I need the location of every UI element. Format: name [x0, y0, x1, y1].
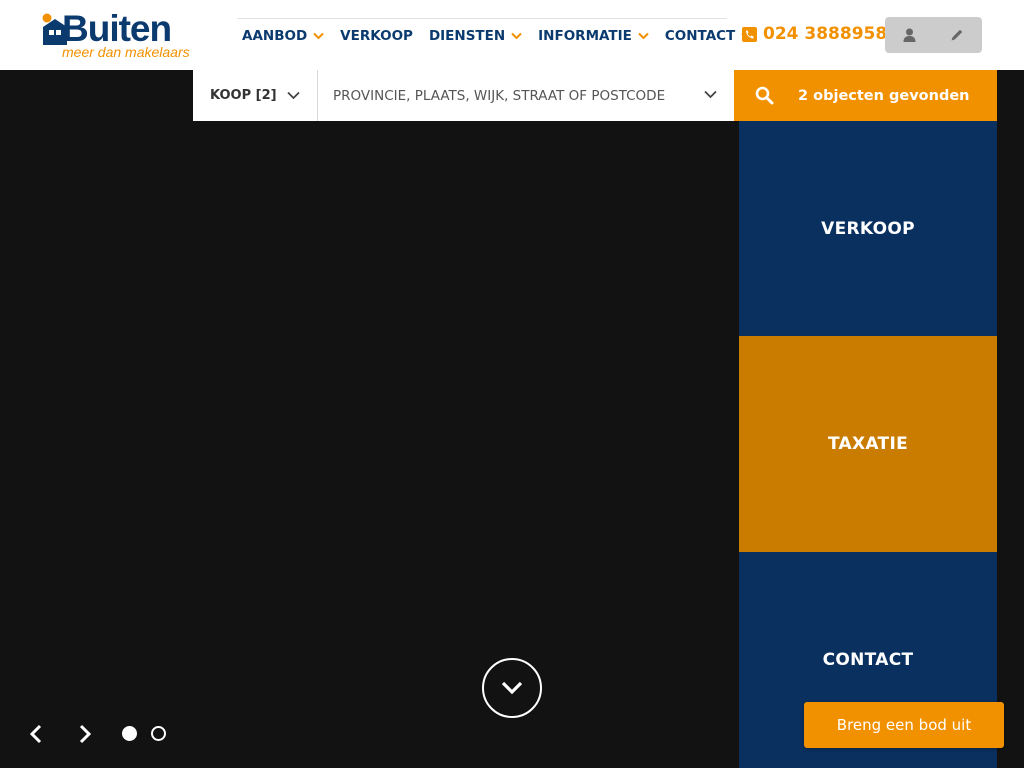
results-count: 2 objecten gevonden: [798, 87, 970, 104]
listing-type-value: KOOP [2]: [210, 88, 277, 103]
chevron-left-icon: [29, 724, 42, 744]
slider-dot-2[interactable]: [151, 726, 166, 741]
tile-label: CONTACT: [822, 650, 914, 670]
location-field[interactable]: [318, 70, 734, 121]
site-header: Buiten meer dan makelaars AANBOD VERKOOP…: [0, 0, 1024, 70]
pencil-icon: [951, 29, 963, 41]
chevron-down-icon: [313, 32, 324, 40]
brand-tagline: meer dan makelaars: [62, 44, 190, 60]
account-button[interactable]: [885, 17, 933, 53]
location-input[interactable]: [333, 87, 683, 104]
chevron-down-icon: [287, 91, 300, 100]
phone-number: 024 3888958: [763, 24, 888, 44]
scroll-down-button[interactable]: [482, 658, 542, 718]
nav-item-label: CONTACT: [664, 28, 736, 44]
nav-item-label: VERKOOP: [340, 28, 413, 44]
brand-logo[interactable]: Buiten meer dan makelaars: [41, 9, 206, 61]
tile-taxatie[interactable]: TAXATIE: [739, 336, 997, 552]
property-search: KOOP [2] 2 objecten gevonden: [193, 70, 997, 121]
slider-prev-button[interactable]: [24, 722, 48, 746]
nav-item-aanbod[interactable]: AANBOD: [242, 28, 324, 44]
account-actions: [885, 17, 982, 53]
nav-item-label: AANBOD: [242, 28, 308, 44]
slider-dot-1[interactable]: [122, 726, 137, 741]
nav-item-diensten[interactable]: DIENSTEN: [429, 28, 522, 44]
phone-icon: [742, 26, 757, 42]
chevron-down-icon: [638, 32, 649, 40]
chevron-down-icon: [511, 32, 522, 40]
tile-label: TAXATIE: [827, 434, 908, 454]
chevron-down-icon: [501, 681, 523, 695]
main-nav: AANBOD VERKOOP DIENSTEN INFORMATIE CONTA…: [242, 26, 752, 46]
search-button[interactable]: 2 objecten gevonden: [734, 70, 997, 121]
nav-item-label: DIENSTEN: [428, 28, 506, 44]
tile-verkoop[interactable]: VERKOOP: [739, 121, 997, 336]
slider-next-button[interactable]: [73, 722, 97, 746]
brand-name: Buiten: [62, 8, 172, 49]
nav-divider: [237, 18, 727, 19]
phone-link[interactable]: 024 3888958: [742, 24, 887, 44]
nav-item-informatie[interactable]: INFORMATIE: [538, 28, 649, 44]
tile-label: VERKOOP: [821, 218, 915, 239]
user-icon: [903, 28, 915, 42]
chevron-right-icon: [79, 724, 92, 744]
make-offer-button[interactable]: Breng een bod uit: [804, 702, 1004, 748]
nav-item-verkoop[interactable]: VERKOOP: [340, 28, 413, 44]
search-icon: [755, 86, 773, 105]
chevron-down-icon: [704, 90, 717, 99]
nav-item-contact[interactable]: CONTACT: [665, 28, 752, 44]
nav-item-label: INFORMATIE: [538, 28, 632, 44]
listing-type-select[interactable]: KOOP [2]: [193, 70, 318, 121]
edit-button[interactable]: [933, 17, 981, 53]
